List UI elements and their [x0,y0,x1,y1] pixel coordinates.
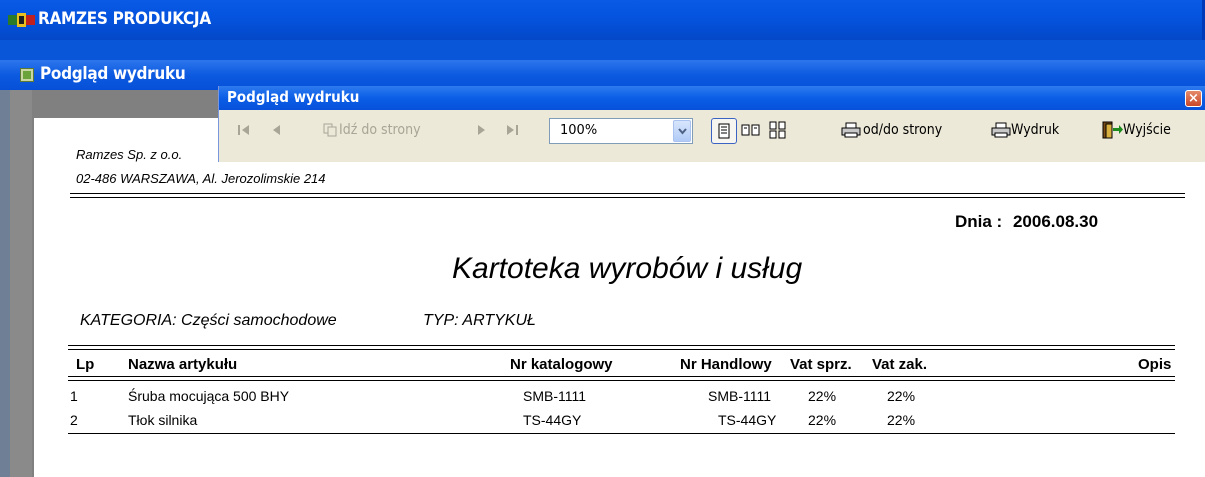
preview-toolbar-window[interactable]: Podgląd wydruku × Idź do strony 100% od/… [218,86,1205,162]
two-pages-icon [741,124,760,136]
exit-button[interactable]: Wyjście [1101,116,1171,144]
first-page-button[interactable] [237,116,251,144]
page-range-button[interactable]: od/do strony [841,116,942,144]
close-button[interactable]: × [1185,90,1202,107]
first-page-icon [238,125,249,135]
row2-lp: 2 [70,412,78,428]
table-rule-bottom [68,433,1175,434]
last-page-icon [507,125,518,135]
col-name: Nazwa artykułu [128,356,238,373]
window-frame-left [0,90,10,477]
date-label: Dnia : [955,212,1003,231]
mdi-title: Podgląd wydruku [40,64,186,84]
four-pages-icon [769,121,786,139]
row2-vat-sale: 22% [808,412,837,428]
print-button[interactable]: Wydruk [991,116,1059,144]
company-name: Ramzes Sp. z o.o. [76,147,183,162]
report-category: KATEGORIA: Części samochodowe [80,312,337,329]
window-icon [20,68,34,82]
app-title: RAMZES PRODUKCJA [38,9,211,29]
zoom-value: 100% [560,123,598,138]
table-rule-top1 [68,345,1175,346]
printer-icon [991,122,1011,138]
col-desc: Opis [1138,356,1172,373]
row1-lp: 1 [70,388,78,404]
preview-margin [10,90,32,477]
four-page-view-button[interactable] [769,116,787,144]
report-title: Kartoteka wyrobów i usług [452,252,803,285]
next-page-icon [478,125,485,135]
page-range-label: od/do strony [863,122,943,138]
header-rule-top [70,193,1185,194]
next-page-button[interactable] [477,116,487,144]
row1-name: Śruba mocująca 500 BHY [128,388,290,404]
date-value: 2006.08.30 [1012,212,1099,231]
one-page-view-button[interactable] [711,118,737,144]
zoom-select[interactable]: 100% [549,118,693,144]
row1-catalog: SMB-1111 [523,388,587,404]
exit-door-icon [1102,121,1123,139]
prev-page-icon [273,125,280,135]
pages-icon [323,123,337,137]
header-rule-bottom [70,197,1185,198]
preview-toolbar: Idź do strony 100% od/do strony Wydruk W… [219,110,1205,162]
last-page-button[interactable] [505,116,519,144]
print-label: Wydruk [1011,122,1060,138]
col-trade: Nr Handlowy [680,356,772,373]
col-lp: Lp [76,356,95,373]
printer-icon [841,122,861,138]
table-rule-top2 [68,349,1175,350]
menu-strip [0,40,1205,60]
table-rule-head2 [68,380,1175,381]
exit-label: Wyjście [1123,122,1171,138]
col-vat-purchase: Vat zak. [872,356,928,373]
row2-trade: TS-44GY [718,412,777,428]
row1-vat-sale: 22% [808,388,837,404]
report-type: TYP: ARTYKUŁ [423,312,536,329]
company-address: 02-486 WARSZAWA, Al. Jerozolimskie 214 [76,171,326,186]
app-titlebar[interactable]: RAMZES PRODUKCJA [0,0,1205,40]
row2-name: Tłok silnika [128,412,198,428]
report-date: Dnia : 2006.08.30 [955,212,1098,232]
col-catalog: Nr katalogowy [510,356,613,373]
table-rule-head1 [68,376,1175,377]
goto-page-button[interactable]: Idź do strony [323,116,421,144]
toolbar-titlebar[interactable]: Podgląd wydruku × [219,86,1205,110]
chevron-down-icon[interactable] [673,120,691,142]
toolbar-title: Podgląd wydruku [227,88,360,106]
two-page-view-button[interactable] [741,116,761,144]
app-logo-icon [8,13,35,27]
single-page-icon [718,123,730,139]
row1-vat-purchase: 22% [887,388,916,404]
row1-trade: SMB-1111 [708,388,772,404]
row2-catalog: TS-44GY [523,412,582,428]
goto-page-label: Idź do strony [339,122,421,138]
col-vat-sale: Vat sprz. [790,356,852,373]
prev-page-button[interactable] [271,116,281,144]
row2-vat-purchase: 22% [887,412,916,428]
